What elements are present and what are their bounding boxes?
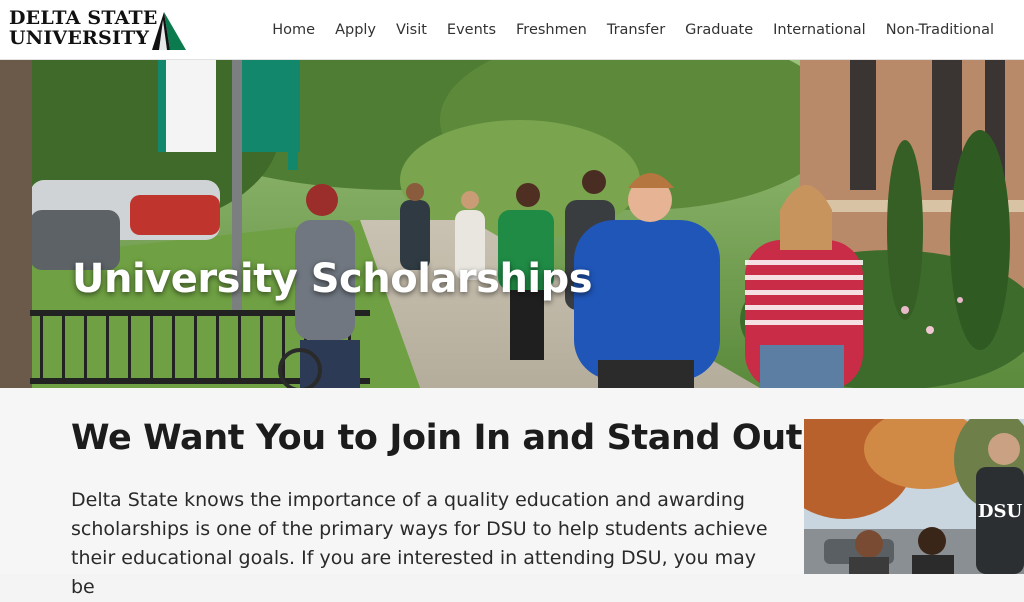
- nav-item-apply[interactable]: Apply: [325, 22, 386, 38]
- hero-banner: University Scholarships: [0, 60, 1024, 388]
- logo-text: DELTA STATE UNIVERSITY: [9, 8, 158, 48]
- nav-item-graduate[interactable]: Graduate: [675, 22, 763, 38]
- nav-item-events[interactable]: Events: [437, 22, 506, 38]
- hero-photo: [0, 60, 1024, 388]
- intro-paragraph: Delta State knows the importance of a qu…: [71, 489, 768, 598]
- nav-item-international[interactable]: International: [763, 22, 876, 38]
- nav-item-visit[interactable]: Visit: [386, 22, 437, 38]
- logo-line-2: UNIVERSITY: [9, 27, 150, 49]
- university-logo[interactable]: DELTA STATE UNIVERSITY: [9, 8, 186, 52]
- main-nav: Home Apply Visit Events Freshmen Transfe…: [262, 0, 1004, 60]
- nav-item-home[interactable]: Home: [262, 22, 325, 38]
- logo-line-1: DELTA STATE: [9, 7, 158, 29]
- students-image: DSU: [804, 419, 1024, 574]
- nav-item-non-traditional[interactable]: Non-Traditional: [876, 22, 1004, 38]
- site-header: DELTA STATE UNIVERSITY Home Apply Visit …: [0, 0, 1024, 60]
- main-content: We Want You to Join In and Stand Out Del…: [0, 388, 1024, 598]
- nav-item-freshmen[interactable]: Freshmen: [506, 22, 597, 38]
- hero-title: University Scholarships: [72, 256, 593, 302]
- students-photo: DSU: [804, 419, 1024, 574]
- shirt-text: DSU: [978, 501, 1023, 522]
- section-headline: We Want You to Join In and Stand Out: [71, 418, 803, 458]
- nav-item-transfer[interactable]: Transfer: [597, 22, 675, 38]
- logo-mark-icon: [152, 12, 186, 50]
